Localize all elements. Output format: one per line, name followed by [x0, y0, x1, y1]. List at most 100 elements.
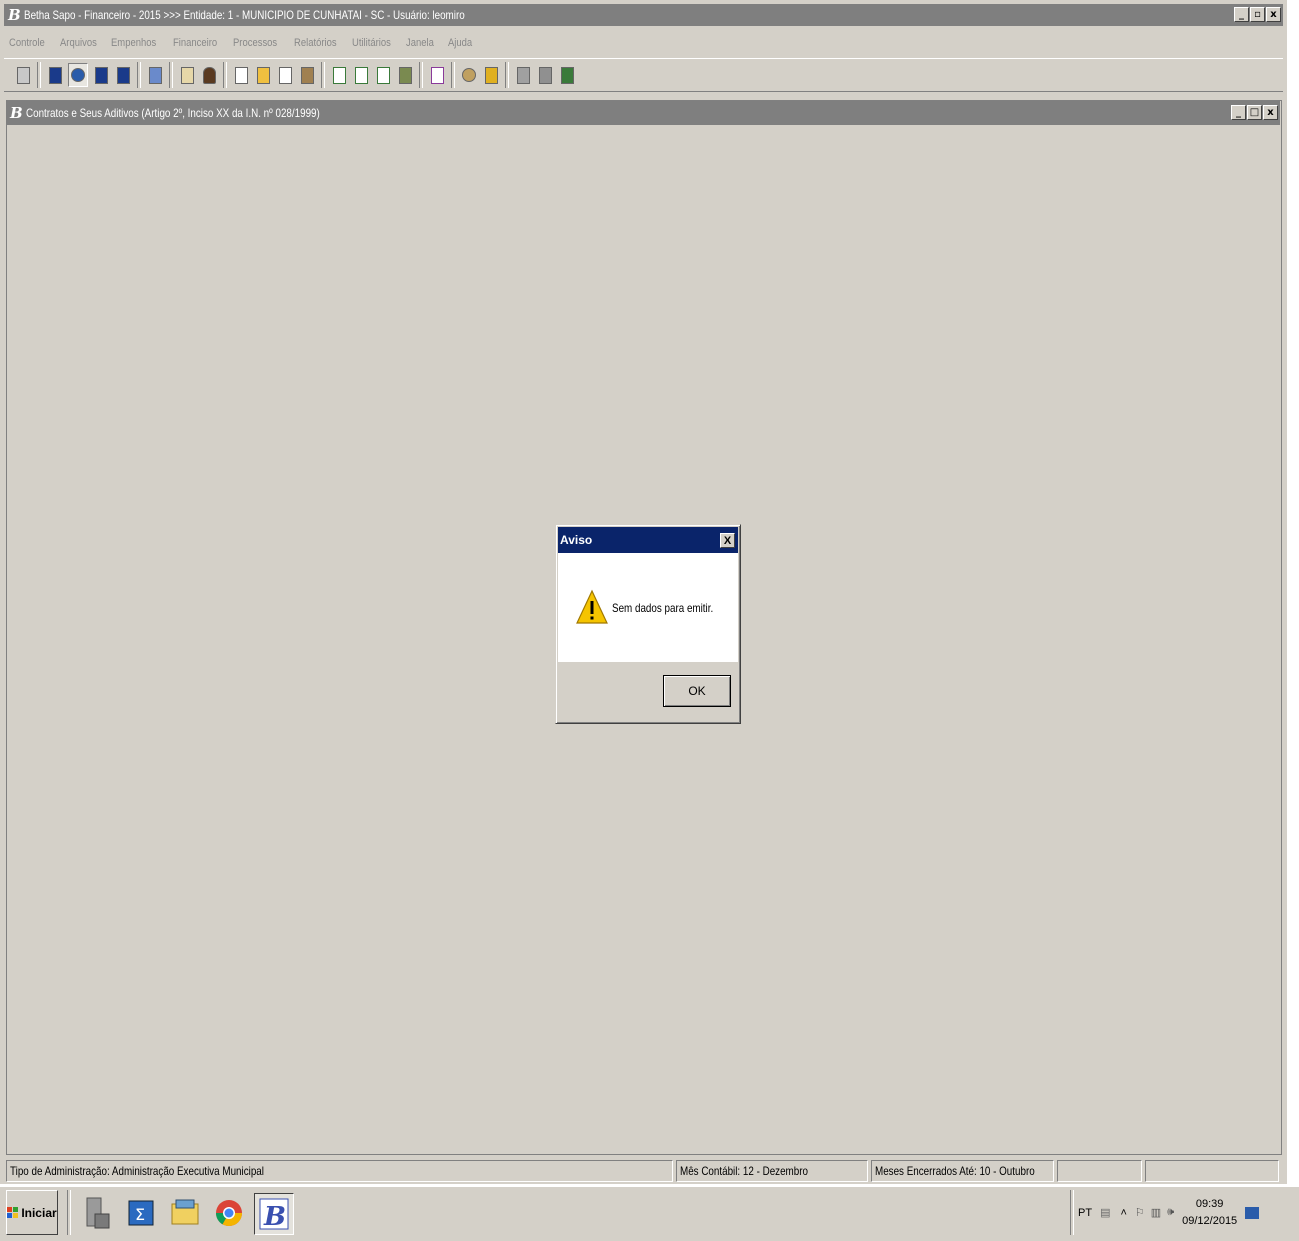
menu-processos[interactable]: Processos — [233, 37, 277, 49]
status-bar: Tipo de Administração: Administração Exe… — [6, 1160, 1282, 1184]
toolbar-settings-button[interactable] — [536, 64, 554, 86]
volume-icon[interactable]: 🕪 — [1167, 1206, 1174, 1219]
document-green-icon — [376, 66, 390, 84]
money-icon — [462, 68, 476, 82]
clock[interactable]: 09:39 09/12/2015 — [1182, 1196, 1237, 1230]
cabinet-icon — [398, 66, 412, 84]
toolbar-separator — [321, 62, 325, 88]
status-mes-contabil: Mês Contábil: 12 - Dezembro — [676, 1160, 868, 1182]
child-close-button[interactable]: x — [1263, 105, 1278, 120]
toolbar-exit-button[interactable] — [558, 64, 576, 86]
app-titlebar[interactable]: B Betha Sapo - Financeiro - 2015 >>> Ent… — [4, 4, 1283, 26]
powershell-icon: Σ — [128, 1200, 154, 1226]
menu-financeiro[interactable]: Financeiro — [173, 37, 217, 49]
toolbar-network-button[interactable] — [146, 64, 164, 86]
svg-text:Σ: Σ — [135, 1205, 145, 1224]
action-center-flag-icon[interactable]: ⚐ — [1135, 1206, 1145, 1219]
chrome-icon — [215, 1200, 243, 1227]
tray-separator — [1070, 1190, 1074, 1235]
taskbar-chrome[interactable] — [210, 1193, 248, 1233]
network-icon — [148, 66, 162, 84]
phone-icon — [48, 66, 62, 84]
server-icon — [86, 1197, 110, 1229]
toolbar-doc-green-3-button[interactable] — [374, 64, 392, 86]
toolbar-info-button[interactable] — [114, 64, 132, 86]
toolbar-calculator-button[interactable] — [14, 64, 32, 86]
close-button[interactable]: x — [1266, 7, 1281, 22]
taskbar-betha-sapo[interactable]: B — [254, 1193, 294, 1235]
menu-arquivos[interactable]: Arquivos — [60, 37, 97, 49]
status-admin-type-text: Tipo de Administração: Administração Exe… — [10, 1164, 264, 1178]
toolbar-cabinet-button[interactable] — [298, 64, 316, 86]
menu-utilitarios[interactable]: Utilitários — [352, 37, 391, 49]
toolbar-folder-button[interactable] — [254, 64, 272, 86]
child-maximize-button[interactable]: □ — [1247, 105, 1262, 120]
document-green-icon — [354, 66, 368, 84]
clock-date: 09/12/2015 — [1182, 1214, 1238, 1227]
folder-icon — [256, 66, 270, 84]
document-green-icon — [332, 66, 346, 84]
menu-bar: Controle Arquivos Empenhos Financeiro Pr… — [4, 32, 1283, 54]
toolbar-user-button[interactable] — [200, 64, 218, 86]
dialog-message: Sem dados para emitir. — [612, 601, 714, 615]
keyboard-icon[interactable]: ▤ — [1100, 1206, 1110, 1219]
system-tray: PT ▤ ˄ ⚐ ▥ 🕪 09:39 09/12/2015 — [1070, 1190, 1292, 1235]
gear-icon — [538, 66, 552, 84]
taskbar-powershell[interactable]: Σ — [122, 1193, 160, 1233]
language-indicator[interactable]: PT — [1078, 1207, 1092, 1219]
app-window-controls: _ ▫ x — [1234, 7, 1281, 22]
toolbar-report-button[interactable] — [178, 64, 196, 86]
toolbar-phone-button[interactable] — [46, 64, 64, 86]
cabinet-icon — [300, 66, 314, 84]
menu-empenhos[interactable]: Empenhos — [111, 37, 156, 49]
toolbar-money-button[interactable] — [460, 64, 478, 86]
info-icon — [116, 66, 130, 84]
user-icon — [202, 66, 216, 84]
toolbar-doc-l-button[interactable] — [276, 64, 294, 86]
toolbar-doc-e-button[interactable] — [232, 64, 250, 86]
report-icon — [180, 66, 194, 84]
toolbar-back-button[interactable] — [92, 64, 110, 86]
clock-time: 09:39 — [1195, 1197, 1224, 1210]
dialog-titlebar[interactable]: Aviso X — [558, 527, 738, 553]
taskbar-server-manager[interactable] — [78, 1193, 116, 1233]
dialog-close-button[interactable]: X — [720, 533, 735, 548]
show-hidden-icons-icon[interactable]: ˄ — [1120, 1207, 1126, 1219]
network-icon[interactable]: ▥ — [1151, 1206, 1161, 1219]
toolbar-edit-button[interactable] — [482, 64, 500, 86]
toolbar — [4, 58, 1283, 92]
calculator-icon — [16, 66, 30, 84]
restore-button[interactable]: ▫ — [1250, 7, 1265, 22]
toolbar-globe-button[interactable] — [68, 63, 88, 87]
taskbar-separator — [67, 1190, 71, 1235]
pencil-icon — [484, 66, 498, 84]
show-desktop-icon[interactable] — [1245, 1206, 1260, 1219]
toolbar-doc-green-1-button[interactable] — [330, 64, 348, 86]
toolbar-separator — [505, 62, 509, 88]
taskbar: Iniciar Σ B PT ▤ ˄ ⚐ ▥ 🕪 09:39 09/12/201… — [0, 1186, 1299, 1241]
child-minimize-button[interactable]: _ — [1231, 105, 1246, 120]
exit-icon — [560, 66, 574, 84]
child-window-title: Contratos e Seus Aditivos (Artigo 2º, In… — [25, 106, 320, 120]
menu-ajuda[interactable]: Ajuda — [448, 37, 472, 49]
child-window-titlebar[interactable]: B Contratos e Seus Aditivos (Artigo 2º, … — [6, 101, 1280, 125]
start-button[interactable]: Iniciar — [6, 1190, 58, 1235]
menu-janela[interactable]: Janela — [406, 37, 434, 49]
toolbar-separator — [419, 62, 423, 88]
toolbar-doc-purple-button[interactable] — [428, 64, 446, 86]
menu-controle[interactable]: Controle — [9, 37, 45, 49]
back-arrow-icon — [94, 66, 108, 84]
minimize-button[interactable]: _ — [1234, 7, 1249, 22]
toolbar-print-button[interactable] — [514, 64, 532, 86]
toolbar-doc-green-2-button[interactable] — [352, 64, 370, 86]
menu-relatorios[interactable]: Relatórios — [294, 37, 337, 49]
taskbar-file-explorer[interactable] — [166, 1193, 204, 1233]
ok-button[interactable]: OK — [663, 675, 731, 707]
toolbar-separator — [451, 62, 455, 88]
toolbar-separator — [223, 62, 227, 88]
printer-icon — [516, 66, 530, 84]
toolbar-separator — [37, 62, 41, 88]
status-mes-contabil-text: Mês Contábil: 12 - Dezembro — [680, 1164, 809, 1178]
toolbar-cabinet-green-button[interactable] — [396, 64, 414, 86]
globe-icon — [71, 68, 85, 82]
